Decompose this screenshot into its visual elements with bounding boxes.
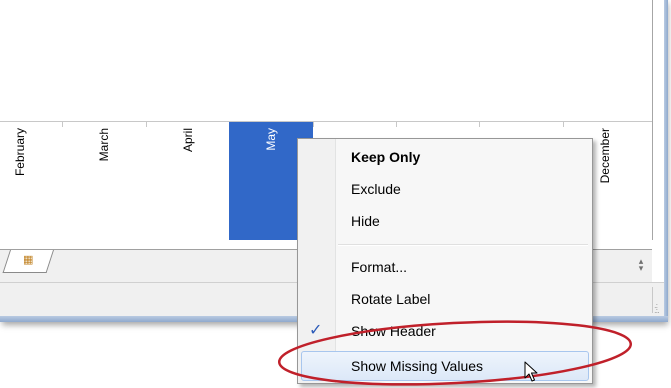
menu-separator [338,244,588,246]
menu-item-format[interactable]: Format... [301,252,589,282]
scroll-arrows-icon[interactable]: ▴ ▾ [636,258,646,274]
header-cell-april[interactable]: April [146,122,230,240]
menu-item-label: Format... [351,259,408,275]
status-divider [652,287,653,313]
menu-item-exclude[interactable]: Exclude [301,174,589,204]
menu-item-label: Show Header [351,323,436,339]
header-label-selected: May [264,128,278,151]
menu-item-show-header[interactable]: ✓ Show Header [301,316,589,346]
header-label: April [181,128,195,153]
menu-item-show-missing-values[interactable]: Show Missing Values [301,351,589,381]
header-cell-march[interactable]: March [62,122,146,240]
menu-item-label: Hide [351,213,380,229]
header-label: February [13,128,27,177]
menu-item-label: Keep Only [351,149,421,165]
header-label: December [598,128,612,184]
header-label: March [97,128,111,162]
checkmark-icon: ✓ [309,320,323,339]
size-grip-icon[interactable]: .:.:. [654,302,664,315]
header-context-menu: Keep Only Exclude Hide Format... Rotate … [297,138,593,384]
menu-item-label: Show Missing Values [351,358,484,374]
menu-item-keep-only[interactable]: Keep Only [301,142,589,172]
menu-item-rotate-label[interactable]: Rotate Label [301,284,589,314]
new-worksheet-icon[interactable]: ▦ [23,254,37,266]
mouse-pointer-icon [524,361,538,382]
stage: February March April May December ▦ ▴ ▾ … [0,0,671,388]
window-border-right [664,0,668,322]
menu-item-label: Exclude [351,181,401,197]
menu-item-hide[interactable]: Hide [301,206,589,236]
header-cell-february[interactable]: February [0,122,62,240]
menu-item-label: Rotate Label [351,291,431,307]
